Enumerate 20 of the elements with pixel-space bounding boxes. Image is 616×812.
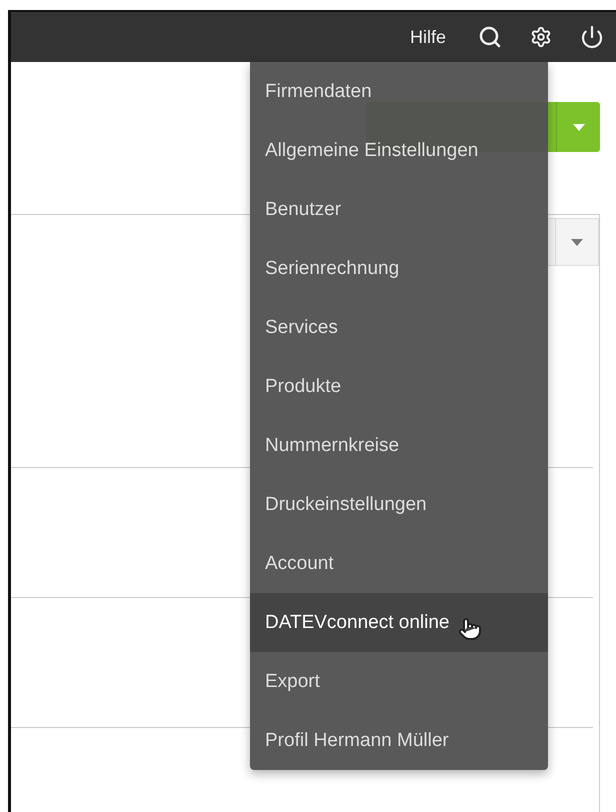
menu-item[interactable]: Nummernkreise [250,416,548,475]
search-icon[interactable] [478,25,502,49]
menu-item[interactable]: Benutzer [250,180,548,239]
menu-item[interactable]: Services [250,298,548,357]
menu-item[interactable]: Druckeinstellungen [250,475,548,534]
power-icon[interactable] [580,25,604,49]
settings-icon[interactable] [530,26,552,48]
caret-icon [572,124,584,130]
dropdown-toggle-button[interactable] [556,102,600,152]
menu-item[interactable]: Export [250,652,548,711]
menu-item[interactable]: Produkte [250,357,548,416]
menu-item[interactable]: Firmendaten [250,62,548,121]
menu-item[interactable]: DATEVconnect online [250,593,548,652]
menu-item[interactable]: Allgemeine Einstellungen [250,121,548,180]
pointer-cursor-icon [458,617,482,641]
menu-item[interactable]: Account [250,534,548,593]
menu-item[interactable]: Serienrechnung [250,239,548,298]
menu-item[interactable]: Profil Hermann Müller [250,711,548,770]
caret-icon [571,238,583,246]
help-link[interactable]: Hilfe [410,26,446,48]
